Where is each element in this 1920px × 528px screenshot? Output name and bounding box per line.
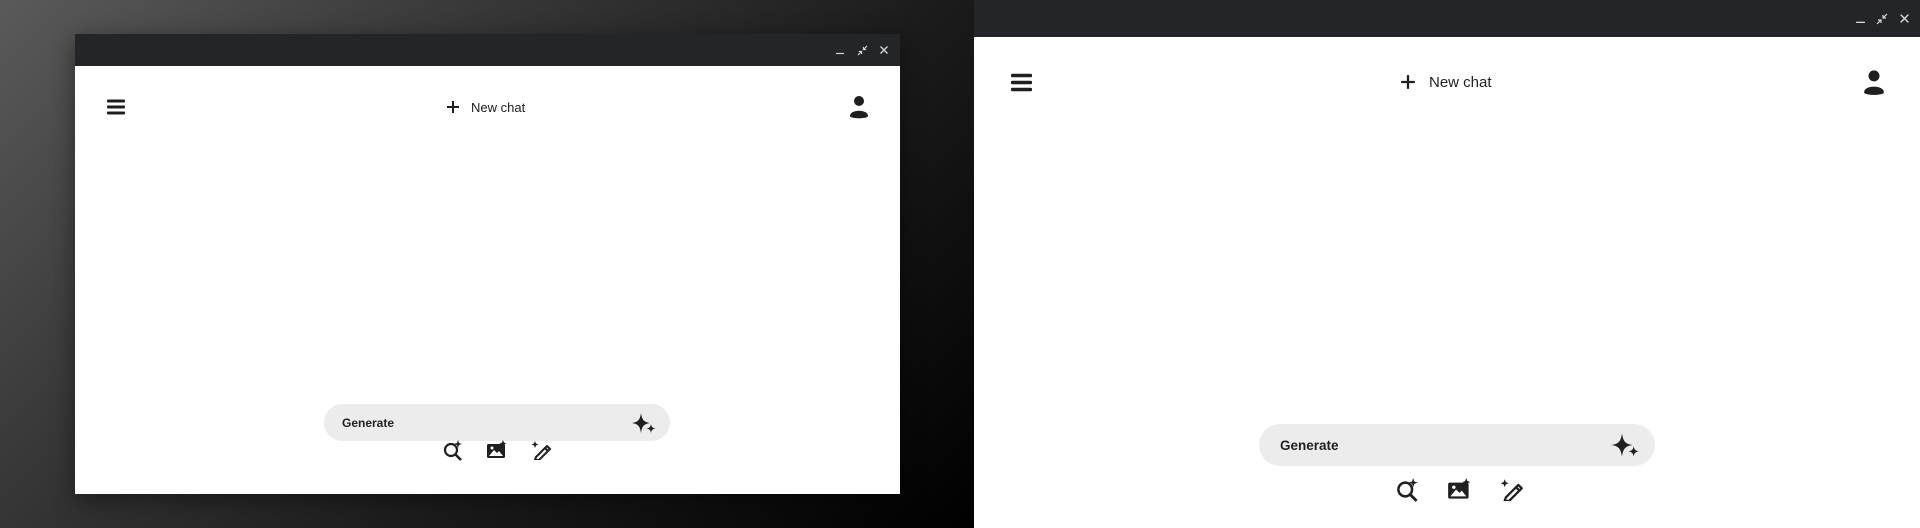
image-tool-button[interactable]: [1444, 475, 1474, 503]
app-content: New chat Generate: [75, 66, 900, 494]
menu-button[interactable]: [103, 94, 129, 120]
image-sparkle-icon: [487, 440, 507, 458]
restore-icon: [857, 45, 867, 55]
close-button[interactable]: [874, 40, 894, 60]
pen-sparkle-icon: [531, 441, 551, 460]
close-button[interactable]: [1894, 9, 1914, 29]
image-tool-button[interactable]: [484, 438, 510, 462]
hamburger-menu-icon: [1010, 73, 1032, 91]
prompt-input[interactable]: Generate: [1259, 424, 1655, 466]
image-sparkle-icon: [1447, 477, 1470, 499]
restore-icon: [1876, 13, 1888, 24]
search-sparkle-icon: [443, 440, 462, 461]
search-sparkle-icon: [1396, 477, 1418, 502]
plus-icon: [445, 99, 461, 115]
minimize-icon: [836, 52, 844, 55]
user-profile-icon: [850, 96, 868, 119]
minimize-icon: [1855, 21, 1865, 24]
plus-icon: [1399, 73, 1417, 91]
close-icon: [880, 46, 888, 54]
window-controls: [830, 34, 894, 66]
window-controls: [1850, 0, 1914, 37]
hamburger-menu-icon: [107, 99, 125, 115]
profile-button[interactable]: [1861, 67, 1887, 97]
minimize-button[interactable]: [830, 40, 850, 60]
new-chat-button[interactable]: New chat: [1399, 70, 1492, 94]
edit-tool-button[interactable]: [1496, 475, 1526, 503]
app-window: New chat Generate: [75, 34, 900, 494]
title-bar: [974, 0, 1920, 37]
prompt-input[interactable]: Generate: [324, 404, 670, 441]
minimize-button[interactable]: [1850, 9, 1870, 29]
new-chat-label: New chat: [1429, 73, 1492, 91]
search-tool-button[interactable]: [1392, 475, 1422, 503]
prompt-placeholder: Generate: [342, 415, 395, 430]
pen-sparkle-icon: [1500, 478, 1523, 501]
prompt-placeholder: Generate: [1280, 437, 1339, 453]
app-content: New chat Generate: [974, 37, 1920, 528]
generate-button[interactable]: [1609, 429, 1641, 461]
generate-button[interactable]: [630, 409, 658, 437]
profile-button[interactable]: [847, 94, 871, 120]
new-chat-button[interactable]: New chat: [445, 97, 525, 117]
restore-button[interactable]: [1872, 9, 1892, 29]
new-chat-label: New chat: [471, 99, 526, 115]
tool-row: [1392, 475, 1526, 503]
search-tool-button[interactable]: [440, 438, 466, 462]
user-profile-icon: [1864, 69, 1884, 95]
edit-tool-button[interactable]: [528, 438, 554, 462]
sparkle-icon: [1611, 433, 1639, 457]
menu-button[interactable]: [1006, 67, 1036, 97]
restore-button[interactable]: [852, 40, 872, 60]
app-window-maximized: New chat Generate: [974, 0, 1920, 528]
desktop-background: New chat Generate: [0, 0, 974, 528]
sparkle-icon: [632, 412, 656, 433]
close-icon: [1899, 14, 1909, 23]
title-bar: [75, 34, 900, 66]
tool-row: [440, 438, 554, 462]
